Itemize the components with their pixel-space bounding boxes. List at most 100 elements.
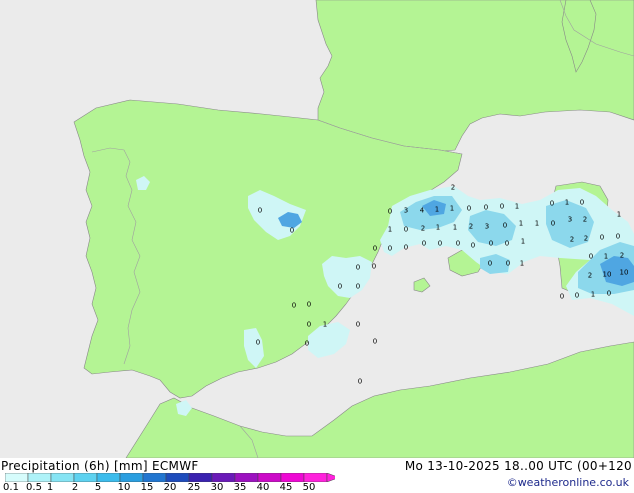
precip-value-label: 0 — [306, 300, 312, 309]
colorbar-arrow — [326, 473, 335, 482]
precip-value-label: 3 — [567, 215, 573, 224]
colorbar-tick-label: 0.1 — [3, 482, 19, 493]
precip-value-label: 10 — [619, 268, 629, 277]
precip-value-label: 0 — [337, 282, 343, 291]
map-layer — [73, 0, 634, 458]
colorbar-tick-label: 10 — [117, 482, 131, 493]
precip-value-label: 0 — [437, 239, 443, 248]
colorbar-swatch — [211, 473, 236, 482]
precip-value-label: 0 — [455, 239, 461, 248]
colorbar-swatch — [142, 473, 167, 482]
precip-value-label: 0 — [579, 198, 585, 207]
precip-value-label: 0 — [372, 244, 378, 253]
precip-value-label: 0 — [355, 263, 361, 272]
precip-value-label: 2 — [569, 235, 575, 244]
precip-value-label: 2 — [468, 222, 474, 231]
precip-value-label: 0 — [291, 301, 297, 310]
colorbar-swatch — [96, 473, 121, 482]
colorbar-tick-label: 40 — [256, 482, 270, 493]
precip-value-label: 2 — [420, 224, 426, 233]
precip-value-label: 2 — [619, 251, 625, 260]
precip-value-label: 0 — [606, 289, 612, 298]
precip-value-label: 0 — [387, 207, 393, 216]
precip-value-label: 0 — [304, 339, 310, 348]
precip-value-label: 0 — [466, 204, 472, 213]
colorbar-tick-label: 0.5 — [26, 482, 42, 493]
colorbar-swatch — [119, 473, 144, 482]
colorbar-tick-label: 15 — [140, 482, 154, 493]
colorbar-tick-label: 2 — [71, 482, 79, 493]
colorbar-swatch — [188, 473, 213, 482]
precip-value-label: 0 — [549, 199, 555, 208]
precip-value-label: 0 — [403, 225, 409, 234]
precip-value-label: 0 — [559, 292, 565, 301]
precip-value-label: 0 — [550, 219, 556, 228]
precip-value-label: 1 — [603, 252, 609, 261]
precip-value-label: 1 — [435, 223, 441, 232]
precip-value-label: 0 — [504, 239, 510, 248]
precip-value-label: 0 — [355, 282, 361, 291]
precip-value-label: 0 — [355, 320, 361, 329]
precip-value-label: 0 — [306, 320, 312, 329]
precip-value-label: 0 — [421, 239, 427, 248]
precip-value-label: 1 — [590, 290, 596, 299]
precip-value-label: 1 — [387, 225, 393, 234]
colorbar-tick-label: 45 — [279, 482, 293, 493]
precip-value-label: 0 — [483, 203, 489, 212]
precip-value-label: 1 — [616, 210, 622, 219]
precip-value-label: 2 — [583, 234, 589, 243]
precip-value-label: 1 — [518, 219, 524, 228]
precip-value-label: 10 — [602, 270, 612, 279]
precip-value-label: 1 — [434, 205, 440, 214]
precip-value-label: 4 — [419, 206, 425, 215]
precip-value-label: 0 — [574, 291, 580, 300]
precip-value-label: 0 — [588, 252, 594, 261]
colorbar-swatch — [5, 473, 29, 482]
precip-value-label: 1 — [322, 320, 328, 329]
colorbar-tick-label: 20 — [163, 482, 177, 493]
precip-value-label: 2 — [450, 183, 456, 192]
credit-text: ©weatheronline.co.uk — [506, 476, 629, 489]
precip-value-label: 1 — [449, 204, 455, 213]
colorbar-tick-label: 30 — [210, 482, 224, 493]
precip-value-label: 0 — [372, 337, 378, 346]
colorbar-swatch — [234, 473, 259, 482]
map-title: Precipitation (6h) [mm] ECMWF — [1, 459, 199, 473]
colorbar-swatch — [257, 473, 282, 482]
colorbar-tick-label: 50 — [302, 482, 316, 493]
colorbar — [5, 473, 335, 482]
precip-value-label: 1 — [520, 237, 526, 246]
precip-value-label: 0 — [289, 226, 295, 235]
precip-value-label: 1 — [519, 259, 525, 268]
colorbar-tick-label: 35 — [233, 482, 247, 493]
precip-value-label: 1 — [452, 223, 458, 232]
colorbar-swatch — [165, 473, 190, 482]
colorbar-swatch — [303, 473, 328, 482]
colorbar-tick-label: 25 — [187, 482, 201, 493]
valid-time: Mo 13-10-2025 18..00 UTC (00+120 — [404, 459, 632, 473]
precip-value-label: 0 — [615, 232, 621, 241]
precip-value-label: 0 — [257, 206, 263, 215]
colorbar-swatch — [27, 473, 52, 482]
colorbar-swatch — [280, 473, 305, 482]
precip-value-label: 3 — [484, 222, 490, 231]
precip-value-label: 0 — [502, 221, 508, 230]
colorbar-swatch — [73, 473, 98, 482]
precip-value-label: 0 — [599, 233, 605, 242]
precip-value-label: 3 — [403, 206, 409, 215]
precip-value-label: 0 — [488, 239, 494, 248]
precipitation-map[interactable] — [0, 0, 634, 458]
precip-value-label: 0 — [470, 241, 476, 250]
precip-value-label: 0 — [487, 259, 493, 268]
precip-value-label: 0 — [371, 262, 377, 271]
precip-value-label: 1 — [564, 198, 570, 207]
precip-value-label: 0 — [403, 243, 409, 252]
precip-value-label: 1 — [514, 202, 520, 211]
colorbar-tick-label: 5 — [94, 482, 102, 493]
precip-value-label: 0 — [255, 338, 261, 347]
precip-value-label: 0 — [357, 377, 363, 386]
precip-value-label: 2 — [587, 271, 593, 280]
precip-value-label: 2 — [582, 215, 588, 224]
precip-value-label: 1 — [534, 219, 540, 228]
precip-value-label: 0 — [499, 202, 505, 211]
